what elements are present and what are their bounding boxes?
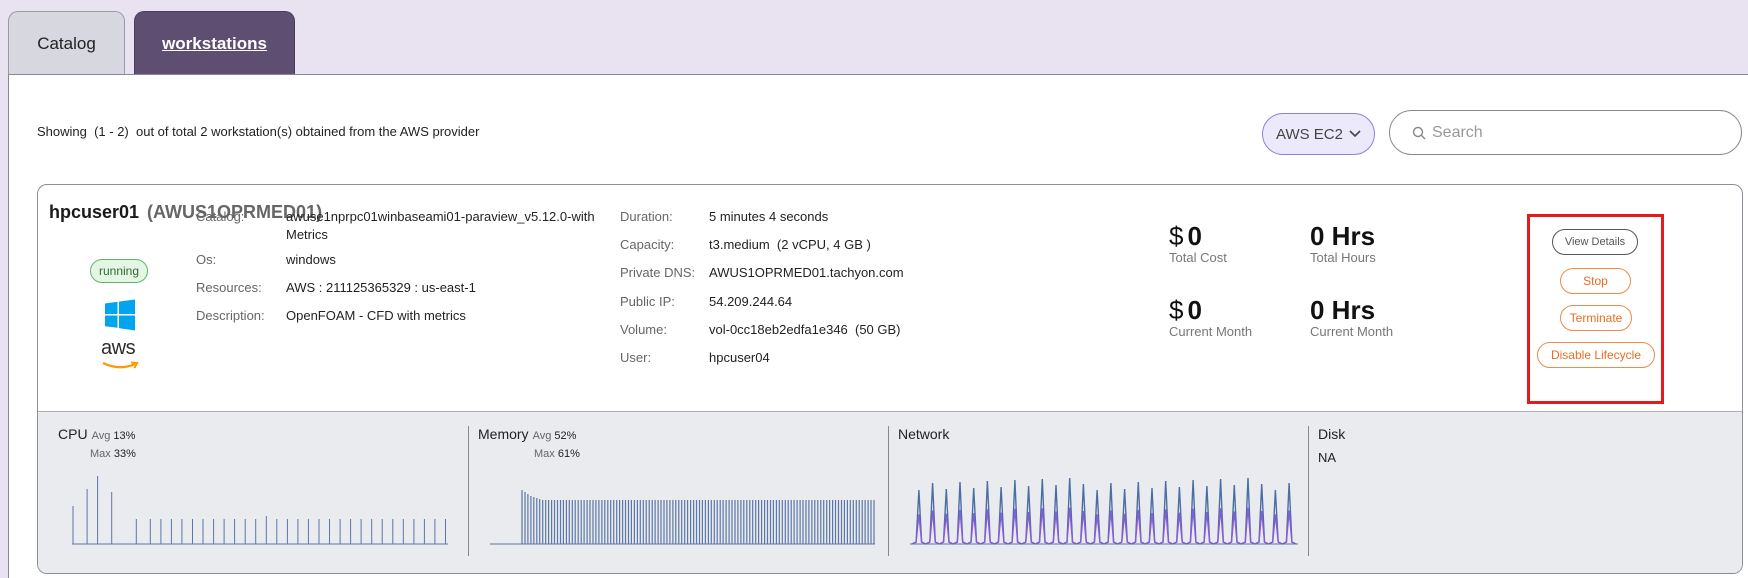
aws-smile-icon [102,361,139,369]
field-os-key: Os: [196,252,217,267]
network-metric: Network [898,412,1298,573]
stop-button[interactable]: Stop [1560,268,1631,294]
metric-divider [468,426,469,556]
field-duration-key: Duration: [620,209,673,224]
provider-select-label: AWS EC2 [1276,125,1343,143]
memory-max: Max 61% [534,448,580,460]
disk-metric: Disk NA [1318,412,1718,573]
field-resources-key: Resources: [196,280,262,295]
field-private-dns-key: Private DNS: [620,265,696,280]
month-hours-label: Current Month [1310,324,1394,339]
field-catalog-value: awuse1nprpc01winbaseami01-paraview_v5.12… [286,209,595,224]
workstation-user: hpcuser01 [49,202,140,222]
dollar-icon: $ [1169,221,1184,251]
field-duration-value: 5 minutes 4 seconds [709,209,829,224]
dollar-icon: $ [1169,295,1184,325]
cpu-title: CPU Avg 13% [58,426,136,442]
total-hours-value: 0 Hrs [1310,221,1376,251]
tab-workstations[interactable]: workstations [134,11,295,75]
memory-chart [490,490,875,545]
field-os-value: windows [286,252,336,267]
windows-icon [105,299,135,331]
search-icon [1412,126,1426,139]
workstation-card: hpcuser01 (AWUS1OPRMED01) running aws Cat… [37,184,1743,574]
field-catalog-value-line2: Metrics [286,227,328,242]
provider-select[interactable]: AWS EC2 [1262,113,1375,155]
field-public-ip-key: Public IP: [620,294,675,309]
workstation-title: hpcuser01 (AWUS1OPRMED01) [49,202,322,223]
search-input[interactable] [1432,123,1732,142]
month-hours-value: 0 Hrs [1310,295,1376,325]
terminate-button[interactable]: Terminate [1560,305,1632,331]
network-in-line [911,477,1297,545]
cpu-max: Max 33% [90,448,136,460]
view-details-button[interactable]: View Details [1552,229,1638,255]
status-badge: running [90,259,148,283]
total-cost-stat: $0 Total Cost [1169,223,1227,265]
cpu-metric: CPU Avg 13% Max 33% [58,412,458,573]
aws-logo-text: aws [101,337,136,359]
disable-lifecycle-button[interactable]: Disable Lifecycle [1537,342,1655,368]
disk-title: Disk [1318,426,1346,442]
field-catalog-key: Catalog: [196,209,245,224]
field-user-value: hpcuser04 [709,350,770,365]
cpu-avg-value: 13% [113,430,136,442]
field-public-ip-value: 54.209.244.64 [709,294,793,309]
total-hours-label: Total Hours [1310,250,1376,265]
month-cost-stat: $0 Current Month [1169,297,1252,339]
showing-summary: Showing (1 - 2) out of total 2 workstati… [37,124,480,139]
total-cost-label: Total Cost [1169,250,1227,265]
memory-avg-value: 52% [554,430,577,442]
metric-divider [888,426,889,556]
chevron-down-icon [1349,130,1361,138]
memory-max-value: 61% [557,448,580,460]
network-chart [910,477,1298,545]
cpu-max-value: 33% [113,448,136,460]
memory-title: Memory Avg 52% [478,426,577,442]
memory-metric: Memory Avg 52% Max 61% [478,412,878,573]
month-hours-stat: 0 Hrs Current Month [1310,297,1393,339]
cpu-chart [72,476,448,545]
network-title: Network [898,426,950,442]
field-capacity-key: Capacity: [620,237,675,252]
field-volume-key: Volume: [620,322,667,337]
field-volume-value: vol-0cc18eb2edfa1e346 (50 GB) [709,322,901,337]
month-cost-value: 0 [1187,295,1202,325]
total-hours-stat: 0 Hrs Total Hours [1310,223,1376,265]
network-out-line [911,507,1297,545]
tab-catalog[interactable]: Catalog [8,11,125,75]
field-user-key: User: [620,350,652,365]
search-box [1389,110,1742,155]
month-cost-label: Current Month [1169,324,1253,339]
field-private-dns-value: AWUS1OPRMED01.tachyon.com [709,265,904,280]
disk-value: NA [1318,450,1337,465]
field-description-value: OpenFOAM - CFD with metrics [286,308,466,323]
field-resources-value: AWS : 211125365329 : us-east-1 [286,280,476,295]
metrics-strip: CPU Avg 13% Max 33% Memory Avg 52% Max 61%… [38,411,1742,573]
metric-divider [1308,426,1309,556]
field-capacity-value: t3.medium (2 vCPU, 4 GB ) [709,237,871,252]
field-description-key: Description: [196,308,265,323]
aws-logo: aws [101,337,141,375]
total-cost-value: 0 [1187,221,1202,251]
